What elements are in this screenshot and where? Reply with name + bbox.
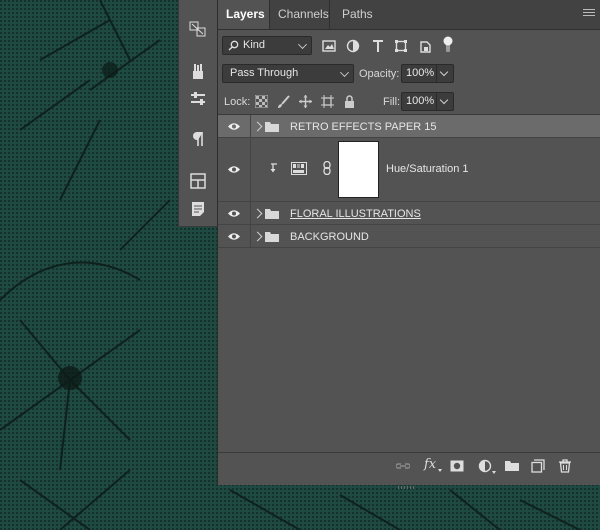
- layer-filter-row: Kind: [218, 33, 600, 59]
- eye-icon: [228, 233, 240, 240]
- blend-mode-value: Pass Through: [230, 67, 299, 79]
- lock-row: Lock: Fill: 100%: [218, 90, 600, 115]
- chevron-right-icon[interactable]: [252, 121, 263, 132]
- fill-label: Fill:: [383, 96, 401, 108]
- eye-icon: [228, 210, 240, 217]
- search-icon: [228, 40, 239, 51]
- tab-channels[interactable]: Channels: [270, 0, 330, 29]
- brush-presets-icon[interactable]: [187, 60, 209, 82]
- opacity-label: Opacity:: [359, 68, 400, 80]
- notes-icon[interactable]: [187, 198, 209, 220]
- layer-row-background[interactable]: BACKGROUND: [218, 225, 600, 248]
- layer-name[interactable]: Hue/Saturation 1: [386, 163, 469, 175]
- layer-row-hue-saturation[interactable]: Hue/Saturation 1: [218, 138, 600, 202]
- adjustment-menu-indicator: [492, 471, 496, 474]
- visibility-toggle[interactable]: [218, 225, 251, 247]
- lock-image-pixels-icon[interactable]: [277, 95, 290, 108]
- filter-toggle-icon[interactable]: [441, 35, 455, 53]
- new-group-icon[interactable]: [505, 459, 519, 473]
- layer-mask-thumbnail[interactable]: [338, 141, 379, 198]
- filter-kind-label: Kind: [243, 39, 266, 51]
- lock-all-icon[interactable]: [343, 95, 356, 108]
- folder-icon: [265, 209, 279, 219]
- add-mask-icon[interactable]: [450, 459, 464, 473]
- layer-name[interactable]: RETRO EFFECTS PAPER 15: [290, 121, 437, 133]
- filter-kind-select[interactable]: Kind: [222, 36, 312, 55]
- blend-row: Pass Through Opacity: 100%: [218, 62, 600, 86]
- panel-menu-icon[interactable]: [583, 9, 595, 19]
- chevron-right-icon[interactable]: [252, 208, 263, 219]
- panel-dock-strip: [178, 0, 217, 227]
- eye-icon: [228, 166, 240, 173]
- folder-icon: [265, 122, 279, 132]
- link-layers-icon[interactable]: [396, 459, 410, 473]
- panel-resize-grip[interactable]: [398, 480, 420, 489]
- lock-artboard-icon[interactable]: [321, 95, 334, 108]
- chevron-down-icon: [340, 68, 349, 77]
- properties-icon[interactable]: [187, 88, 209, 110]
- chevron-right-icon[interactable]: [252, 231, 263, 242]
- folder-icon: [265, 232, 279, 242]
- visibility-toggle[interactable]: [218, 202, 251, 224]
- new-adjustment-icon[interactable]: [478, 459, 492, 473]
- smart-object-filter-icon[interactable]: [418, 39, 432, 53]
- history-icon[interactable]: [187, 18, 209, 40]
- mask-link-icon[interactable]: [322, 161, 332, 175]
- shape-filter-icon[interactable]: [394, 39, 408, 53]
- hue-saturation-adjustment-icon: [291, 162, 307, 175]
- panel-tab-bar: Layers Channels Paths: [218, 0, 600, 30]
- panel-footer: fx: [218, 452, 600, 479]
- type-filter-icon[interactable]: [371, 39, 385, 53]
- pixel-filter-icon[interactable]: [322, 39, 336, 53]
- visibility-toggle[interactable]: [218, 115, 251, 137]
- fill-field[interactable]: 100%: [401, 92, 437, 111]
- lock-position-icon[interactable]: [299, 95, 312, 108]
- fill-dropdown-button[interactable]: [437, 92, 454, 111]
- layer-row-floral-illustrations[interactable]: FLORAL ILLUSTRATIONS: [218, 202, 600, 225]
- layer-row-retro-effects[interactable]: RETRO EFFECTS PAPER 15: [218, 115, 600, 138]
- delete-layer-icon[interactable]: [558, 459, 572, 473]
- layer-list: RETRO EFFECTS PAPER 15 Hue/Saturation 1 …: [218, 115, 600, 450]
- clipping-mask-arrow-icon: [270, 163, 277, 173]
- layers-panel: Layers Channels Paths Kind Pass Through …: [217, 0, 600, 489]
- opacity-field[interactable]: 100%: [401, 64, 437, 83]
- eye-icon: [228, 123, 240, 130]
- tab-paths[interactable]: Paths: [334, 0, 376, 29]
- tab-layers[interactable]: Layers: [218, 0, 270, 29]
- layer-name[interactable]: FLORAL ILLUSTRATIONS: [290, 208, 421, 220]
- visibility-toggle[interactable]: [218, 138, 251, 201]
- adjustment-filter-icon[interactable]: [346, 39, 360, 53]
- fx-icon[interactable]: fx: [424, 457, 436, 472]
- blend-mode-select[interactable]: Pass Through: [222, 64, 354, 83]
- lock-label: Lock:: [224, 96, 251, 108]
- lock-transparent-pixels-icon[interactable]: [255, 95, 268, 108]
- fx-menu-indicator: [438, 469, 442, 472]
- layer-name[interactable]: BACKGROUND: [290, 231, 369, 243]
- libraries-icon[interactable]: [187, 170, 209, 192]
- new-layer-icon[interactable]: [531, 459, 545, 473]
- paragraph-icon[interactable]: [187, 128, 209, 150]
- opacity-dropdown-button[interactable]: [437, 64, 454, 83]
- chevron-down-icon: [298, 40, 307, 49]
